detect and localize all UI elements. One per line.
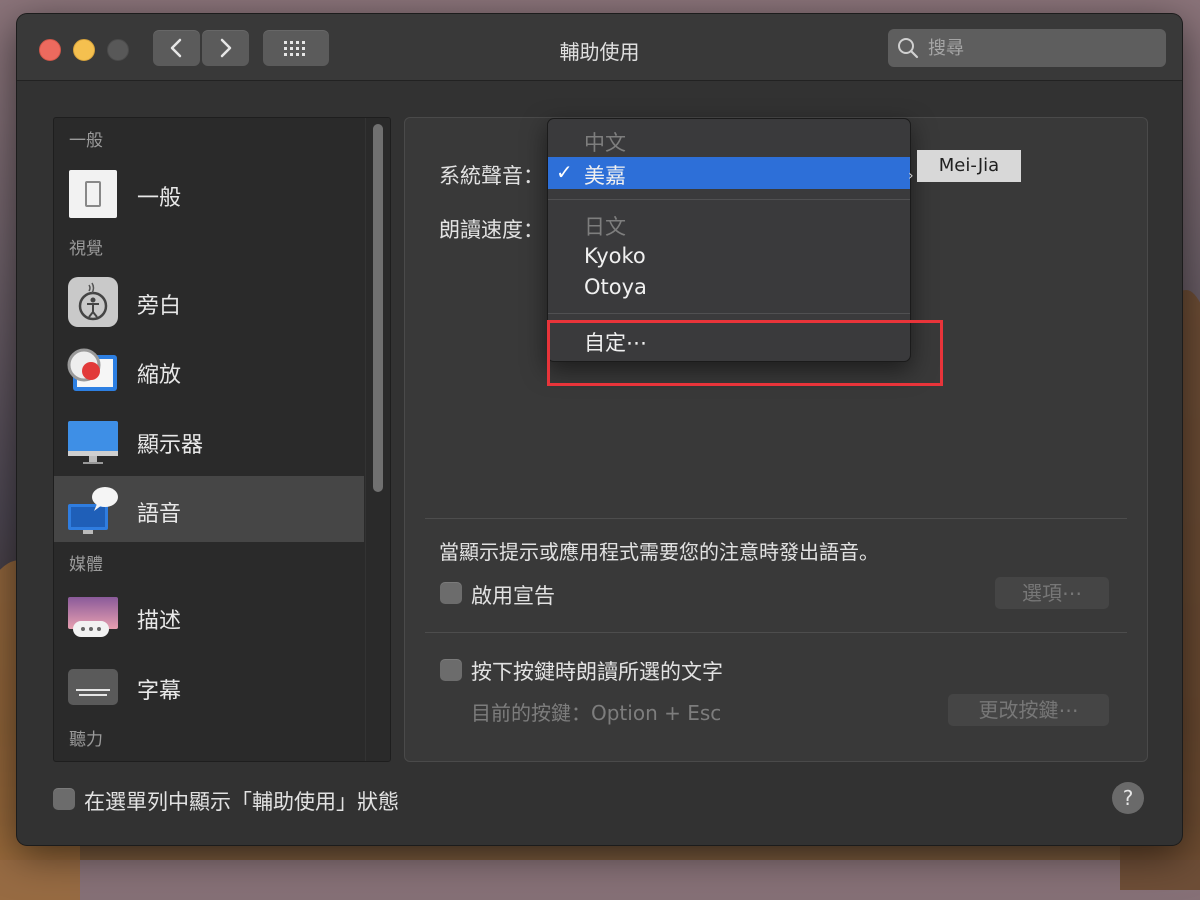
sidebar-item-descriptions[interactable]: 描述: [54, 583, 364, 649]
sidebar-item-label: 一般: [137, 186, 182, 211]
search-input[interactable]: [926, 34, 1160, 62]
back-button[interactable]: [153, 30, 200, 66]
search-field[interactable]: [888, 29, 1166, 67]
show-menubar-status-checkbox[interactable]: [53, 788, 75, 810]
sidebar-item-label: 縮放: [137, 363, 182, 388]
menu-group-japanese: 日文: [584, 215, 626, 239]
sidebar-item-label: 顯示器: [137, 433, 204, 458]
menu-item-label: Kyoko: [584, 244, 646, 268]
menu-item-label: Otoya: [584, 275, 647, 299]
menu-item-otoya[interactable]: Otoya: [548, 272, 910, 304]
category-sidebar: 一般 一般 視覺 旁白 縮放 顯示器 語音 媒體 描述 字幕 聽力: [53, 117, 391, 762]
divider: [425, 632, 1127, 633]
menu-item-meijia[interactable]: ✓ 美嘉: [548, 157, 910, 189]
sidebar-item-captions[interactable]: 字幕: [54, 653, 364, 719]
speech-icon: [68, 487, 118, 534]
show-all-button[interactable]: [263, 30, 329, 66]
enable-announcements-checkbox[interactable]: [440, 582, 462, 604]
display-icon: [68, 421, 118, 464]
zoom-window-button[interactable]: [107, 39, 129, 61]
speak-selected-text-checkbox[interactable]: [440, 659, 462, 681]
annotation-highlight-box: [547, 320, 943, 386]
sidebar-header-general: 一般: [69, 131, 103, 151]
sidebar-item-general[interactable]: 一般: [54, 160, 364, 226]
sidebar-item-label: 語音: [137, 502, 182, 527]
help-button[interactable]: ?: [1112, 782, 1144, 814]
show-menubar-status-label: 在選單列中顯示「輔助使用」狀態: [84, 790, 399, 814]
menu-separator: [548, 313, 910, 314]
titlebar: 輔助使用: [17, 14, 1182, 81]
voice-tooltip: Mei-Jia: [917, 150, 1021, 182]
sidebar-scrollbar[interactable]: [365, 118, 390, 761]
speak-selected-text-label: 按下按鍵時朗讀所選的文字: [471, 660, 723, 684]
chevron-right-icon: [220, 38, 232, 58]
sidebar-item-label: 旁白: [137, 294, 182, 319]
descriptions-icon: [68, 597, 118, 637]
sidebar-header-media: 媒體: [69, 555, 103, 575]
sidebar-item-label: 描述: [137, 609, 182, 634]
sidebar-item-label: 字幕: [137, 679, 182, 704]
close-window-button[interactable]: [39, 39, 61, 61]
current-key-label: 目前的按鍵：Option + Esc: [471, 701, 722, 725]
voiceover-icon: [68, 277, 118, 327]
announcement-options-button[interactable]: 選項⋯: [995, 577, 1109, 609]
menu-item-label: 美嘉: [584, 164, 626, 188]
zoom-icon: [67, 348, 117, 391]
divider: [425, 518, 1127, 519]
forward-button[interactable]: [202, 30, 249, 66]
general-icon: [69, 170, 117, 218]
search-icon: [898, 38, 919, 59]
system-voice-label: 系統聲音：: [439, 164, 544, 188]
announcement-description: 當顯示提示或應用程式需要您的注意時發出語音。: [439, 540, 879, 564]
system-preferences-window: 輔助使用 一般 一般 視覺: [17, 14, 1182, 845]
sidebar-item-zoom[interactable]: 縮放: [54, 337, 364, 403]
captions-icon: [68, 669, 118, 705]
popup-chevron-icon: ›: [908, 168, 914, 184]
grid-icon: [284, 41, 305, 56]
sidebar-header-hearing: 聽力: [69, 730, 103, 750]
sidebar-scroll-thumb[interactable]: [373, 124, 383, 492]
chevron-left-icon: [170, 38, 182, 58]
speaking-rate-label: 朗讀速度：: [439, 218, 544, 242]
menu-separator: [548, 199, 910, 200]
sidebar-item-display[interactable]: 顯示器: [54, 407, 364, 473]
change-key-button[interactable]: 更改按鍵⋯: [948, 694, 1109, 726]
sidebar-item-voiceover[interactable]: 旁白: [54, 268, 364, 334]
sidebar-item-speech[interactable]: 語音: [54, 476, 364, 542]
checkmark-icon: ✓: [556, 160, 573, 184]
menu-group-chinese: 中文: [584, 131, 626, 155]
enable-announcements-label: 啟用宣告: [471, 584, 555, 608]
sidebar-header-vision: 視覺: [69, 239, 103, 259]
menu-item-kyoko[interactable]: Kyoko: [548, 241, 910, 273]
minimize-window-button[interactable]: [73, 39, 95, 61]
